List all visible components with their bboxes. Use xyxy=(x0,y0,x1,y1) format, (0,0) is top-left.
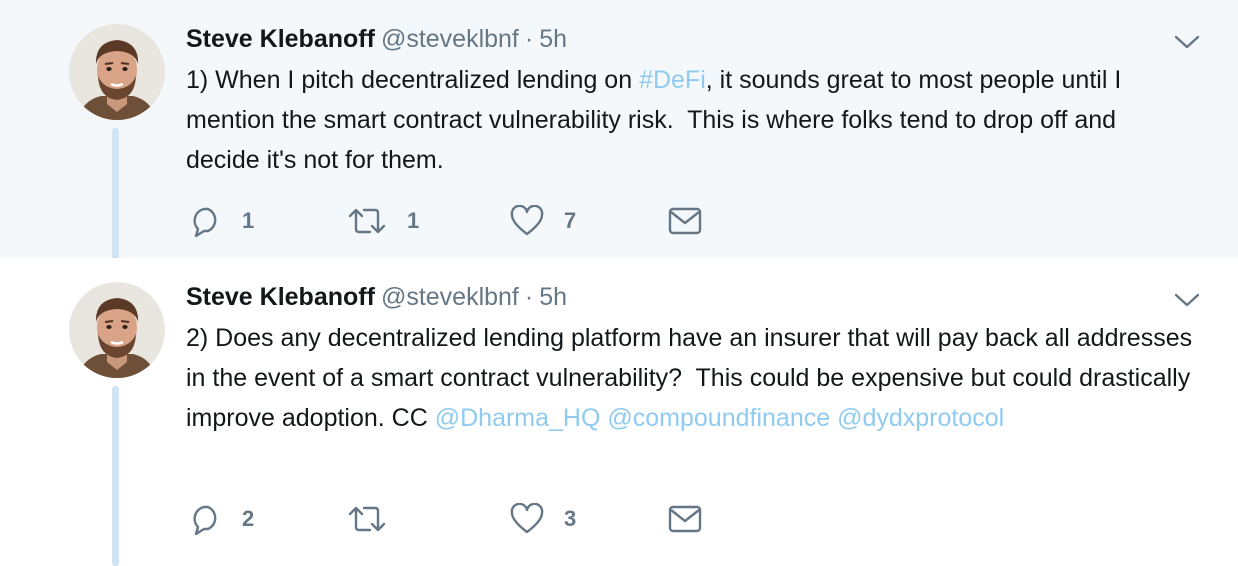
tweet-text: 1) When I pitch decentralized lending on… xyxy=(186,60,1196,180)
separator: · xyxy=(524,283,534,311)
like-button[interactable]: 7 xyxy=(510,203,576,239)
direct-message-button[interactable] xyxy=(668,203,702,239)
reply-count: 2 xyxy=(242,506,255,531)
retweet-icon xyxy=(348,208,386,234)
direct-message-icon xyxy=(668,207,702,235)
tweet-1[interactable]: Steve Klebanoff @steveklbnf · 5h 1) When I … xyxy=(0,0,1238,274)
reply-button[interactable]: 2 xyxy=(190,501,254,537)
author-handle[interactable]: @steveklbnf xyxy=(381,25,519,53)
avatar[interactable] xyxy=(69,282,165,378)
mention-link[interactable]: @dydxprotocol xyxy=(837,404,1004,432)
tweet-actions: 1 1 7 xyxy=(190,203,750,239)
tweet-content: Steve Klebanoff @steveklbnf · 5h 2) Does an… xyxy=(186,280,1198,438)
chevron-down-icon[interactable] xyxy=(1174,34,1200,50)
thread-line xyxy=(112,386,119,566)
tweet-header: Steve Klebanoff @steveklbnf · 5h xyxy=(186,280,1198,314)
timestamp[interactable]: 5h xyxy=(539,25,567,53)
reply-icon xyxy=(193,505,217,535)
mention-link[interactable]: @compoundfinance xyxy=(607,404,830,432)
tweet-actions: 2 3 xyxy=(190,501,750,537)
like-count: 7 xyxy=(564,208,577,233)
timestamp[interactable]: 5h xyxy=(539,283,567,311)
retweet-icon xyxy=(348,506,386,532)
hashtag-link[interactable]: #DeFi xyxy=(639,66,706,94)
reply-count: 1 xyxy=(242,208,255,233)
retweet-button[interactable] xyxy=(347,501,407,537)
mention-link[interactable]: @Dharma_HQ xyxy=(435,404,601,432)
separator: · xyxy=(524,25,534,53)
author-name[interactable]: Steve Klebanoff xyxy=(186,25,375,53)
tweet-2[interactable]: Steve Klebanoff @steveklbnf · 5h 2) Does an… xyxy=(0,258,1238,566)
tweet-header: Steve Klebanoff @steveklbnf · 5h xyxy=(186,22,1198,56)
direct-message-button[interactable] xyxy=(668,501,702,537)
tweet-content: Steve Klebanoff @steveklbnf · 5h 1) When I … xyxy=(186,22,1198,180)
reply-button[interactable]: 1 xyxy=(190,203,254,239)
reply-icon xyxy=(193,207,217,237)
text-part: 1) When I pitch decentralized lending on xyxy=(186,66,640,94)
like-button[interactable]: 3 xyxy=(510,501,576,537)
retweet-count: 1 xyxy=(407,208,420,233)
thread-line xyxy=(112,128,119,274)
like-icon xyxy=(510,503,544,534)
retweet-button[interactable]: 1 xyxy=(347,203,419,239)
like-count: 3 xyxy=(564,506,577,531)
tweet-text: 2) Does any decentralized lending platfo… xyxy=(186,318,1196,438)
direct-message-icon xyxy=(668,505,702,533)
author-name[interactable]: Steve Klebanoff xyxy=(186,283,375,311)
chevron-down-icon[interactable] xyxy=(1174,292,1200,308)
avatar[interactable] xyxy=(69,24,165,120)
author-handle[interactable]: @steveklbnf xyxy=(381,283,519,311)
like-icon xyxy=(510,205,544,236)
